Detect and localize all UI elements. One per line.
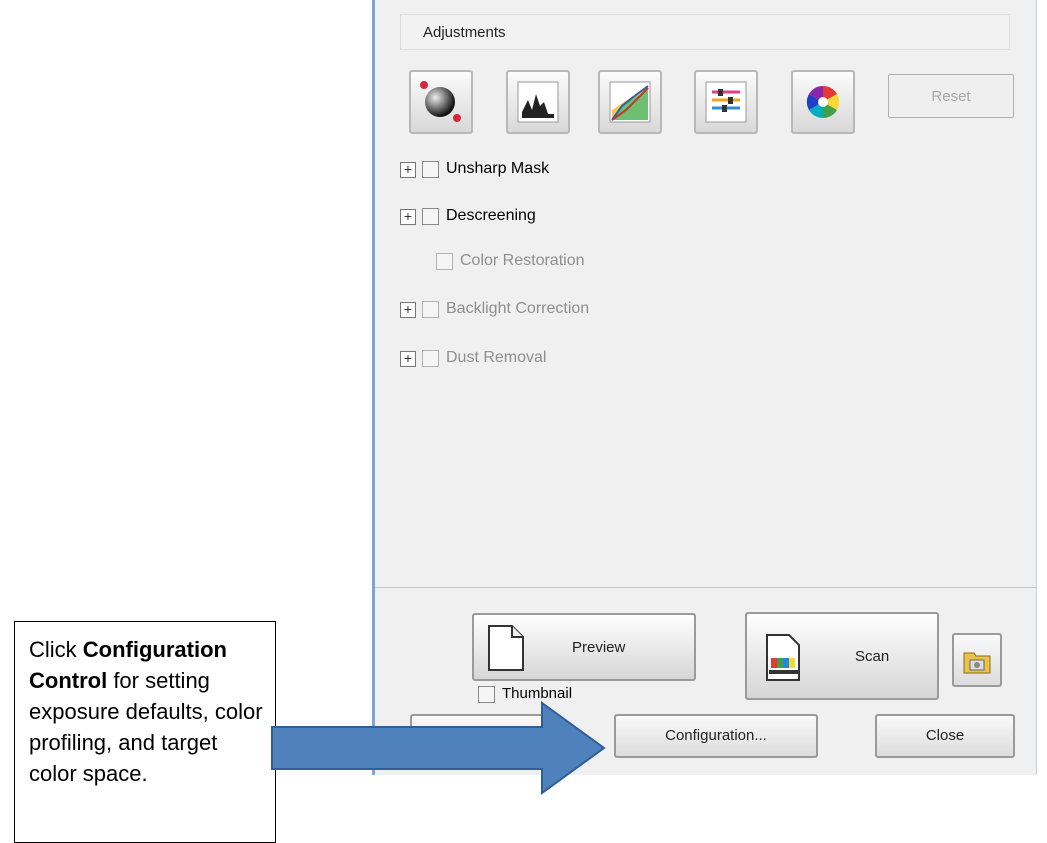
file-save-settings-button[interactable]: [952, 633, 1002, 687]
preview-button[interactable]: Preview: [472, 613, 696, 681]
image-adjustment-button[interactable]: [694, 70, 758, 134]
folder-icon: [963, 652, 991, 674]
callout-box: Click Configuration Control for setting …: [14, 621, 276, 843]
close-button[interactable]: Close: [875, 714, 1015, 758]
preview-label: Preview: [572, 639, 626, 656]
reset-button[interactable]: Reset: [888, 74, 1014, 118]
auto-exposure-icon: [420, 81, 461, 122]
scan-icon: [766, 634, 800, 681]
document-icon: [488, 625, 524, 671]
auto-exposure-button[interactable]: [409, 70, 473, 134]
option-label: Color Restoration: [460, 252, 585, 269]
image-adjustment-icon: [705, 81, 747, 123]
expand-icon[interactable]: +: [400, 209, 416, 225]
configuration-button[interactable]: Configuration...: [614, 714, 818, 758]
adjustments-header: Adjustments: [400, 14, 1010, 50]
option-label: Dust Removal: [446, 349, 547, 366]
scan-button[interactable]: Scan: [745, 612, 939, 700]
option-descreening[interactable]: + Descreening: [400, 205, 700, 231]
option-label: Backlight Correction: [446, 300, 590, 317]
color-restoration-checkbox[interactable]: [436, 253, 453, 270]
callout-arrow-icon: [271, 701, 606, 795]
callout-text-1: Click: [29, 637, 83, 662]
adjustments-label: Adjustments: [423, 24, 506, 41]
option-dust-removal[interactable]: + Dust Removal: [400, 347, 700, 373]
expand-icon[interactable]: +: [400, 162, 416, 178]
option-color-restoration[interactable]: Color Restoration: [400, 250, 700, 276]
expand-icon[interactable]: +: [400, 302, 416, 318]
histogram-icon: [517, 81, 559, 123]
tone-curve-icon: [609, 81, 651, 123]
color-palette-button[interactable]: [791, 70, 855, 134]
thumbnail-label: Thumbnail: [502, 685, 573, 702]
tone-curve-button[interactable]: [598, 70, 662, 134]
histogram-button[interactable]: [506, 70, 570, 134]
divider: [375, 587, 1037, 588]
option-label: Descreening: [446, 207, 536, 224]
option-label: Unsharp Mask: [446, 160, 550, 177]
dust-removal-checkbox[interactable]: [422, 350, 439, 367]
color-palette-icon: [806, 85, 840, 119]
expand-icon[interactable]: +: [400, 351, 416, 367]
unsharp-mask-checkbox[interactable]: [422, 161, 439, 178]
option-unsharp-mask[interactable]: + Unsharp Mask: [400, 158, 700, 184]
option-backlight-correction[interactable]: + Backlight Correction: [400, 298, 700, 324]
scan-label: Scan: [855, 648, 890, 665]
backlight-correction-checkbox[interactable]: [422, 301, 439, 318]
descreening-checkbox[interactable]: [422, 208, 439, 225]
